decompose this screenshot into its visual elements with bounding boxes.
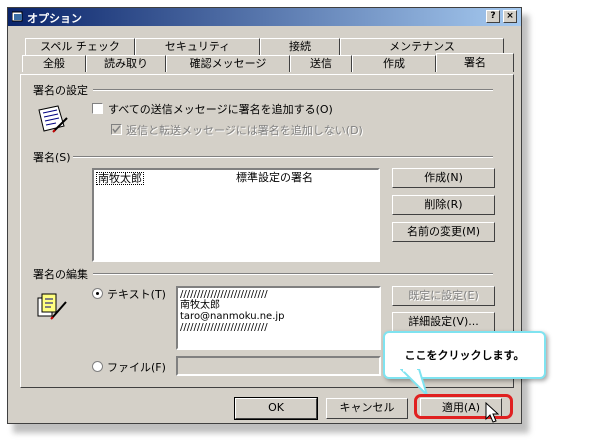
tab-general[interactable]: 全般	[22, 55, 86, 72]
cancel-button[interactable]: キャンセル	[326, 398, 408, 419]
file-option-label[interactable]: ファイル(F)	[107, 359, 166, 375]
tab-spell-check[interactable]: スペル チェック	[25, 38, 135, 55]
set-default-button: 既定に設定(E)	[392, 286, 495, 306]
advanced-settings-button[interactable]: 詳細設定(V)...	[392, 312, 495, 332]
checkmark-icon	[112, 125, 121, 134]
signature-status: 標準設定の署名	[236, 171, 313, 184]
delete-signature-button[interactable]: 削除(R)	[392, 195, 495, 215]
create-signature-button[interactable]: 作成(N)	[392, 168, 495, 188]
text-option-label[interactable]: テキスト(T)	[107, 286, 166, 302]
signature-file-path	[176, 356, 381, 376]
tab-connection[interactable]: 接続	[260, 38, 340, 55]
mouse-cursor-icon	[485, 402, 499, 423]
edit-signature-title: 署名の編集	[33, 268, 88, 281]
help-button[interactable]: ?	[486, 10, 500, 23]
list-item[interactable]: 南牧太郎 標準設定の署名	[96, 172, 376, 185]
tab-signatures[interactable]: 署名	[436, 53, 514, 72]
signature-settings-icon	[38, 105, 68, 133]
title-bar[interactable]: オプション ? ×	[8, 8, 521, 26]
close-button[interactable]: ×	[503, 10, 517, 23]
file-option-radio[interactable]	[92, 361, 103, 372]
tab-receipts[interactable]: 確認メッセージ	[166, 55, 290, 72]
no-reply-forward-checkbox	[111, 124, 122, 135]
ok-button[interactable]: OK	[234, 397, 318, 420]
signature-list[interactable]: 南牧太郎 標準設定の署名	[92, 168, 380, 262]
text-option-radio[interactable]	[92, 288, 103, 299]
tab-read[interactable]: 読み取り	[86, 55, 166, 72]
tab-compose[interactable]: 作成	[352, 55, 436, 72]
window-title: オプション	[27, 12, 82, 25]
tab-send[interactable]: 送信	[290, 55, 352, 72]
group-divider	[93, 89, 493, 91]
add-signature-all-label[interactable]: すべての送信メッセージに署名を追加する(O)	[108, 101, 333, 117]
signature-settings-title: 署名の設定	[33, 84, 88, 97]
signature-text-area[interactable]: ////////////////////////// 南牧太郎 taro@nan…	[176, 286, 381, 350]
app-icon	[12, 11, 23, 22]
rename-signature-button[interactable]: 名前の変更(M)	[392, 222, 495, 242]
group-divider	[93, 273, 493, 275]
tab-security[interactable]: セキュリティ	[135, 38, 260, 55]
add-signature-all-checkbox[interactable]	[92, 103, 103, 114]
callout-text: ここをクリックします。	[404, 349, 525, 362]
edit-signature-icon	[37, 293, 67, 320]
signatures-title: 署名(S)	[33, 151, 71, 164]
callout-pointer	[400, 369, 428, 396]
group-divider	[73, 156, 493, 158]
signature-name: 南牧太郎	[96, 172, 144, 185]
no-reply-forward-label: 返信と転送メッセージには署名を追加しない(D)	[126, 124, 363, 137]
